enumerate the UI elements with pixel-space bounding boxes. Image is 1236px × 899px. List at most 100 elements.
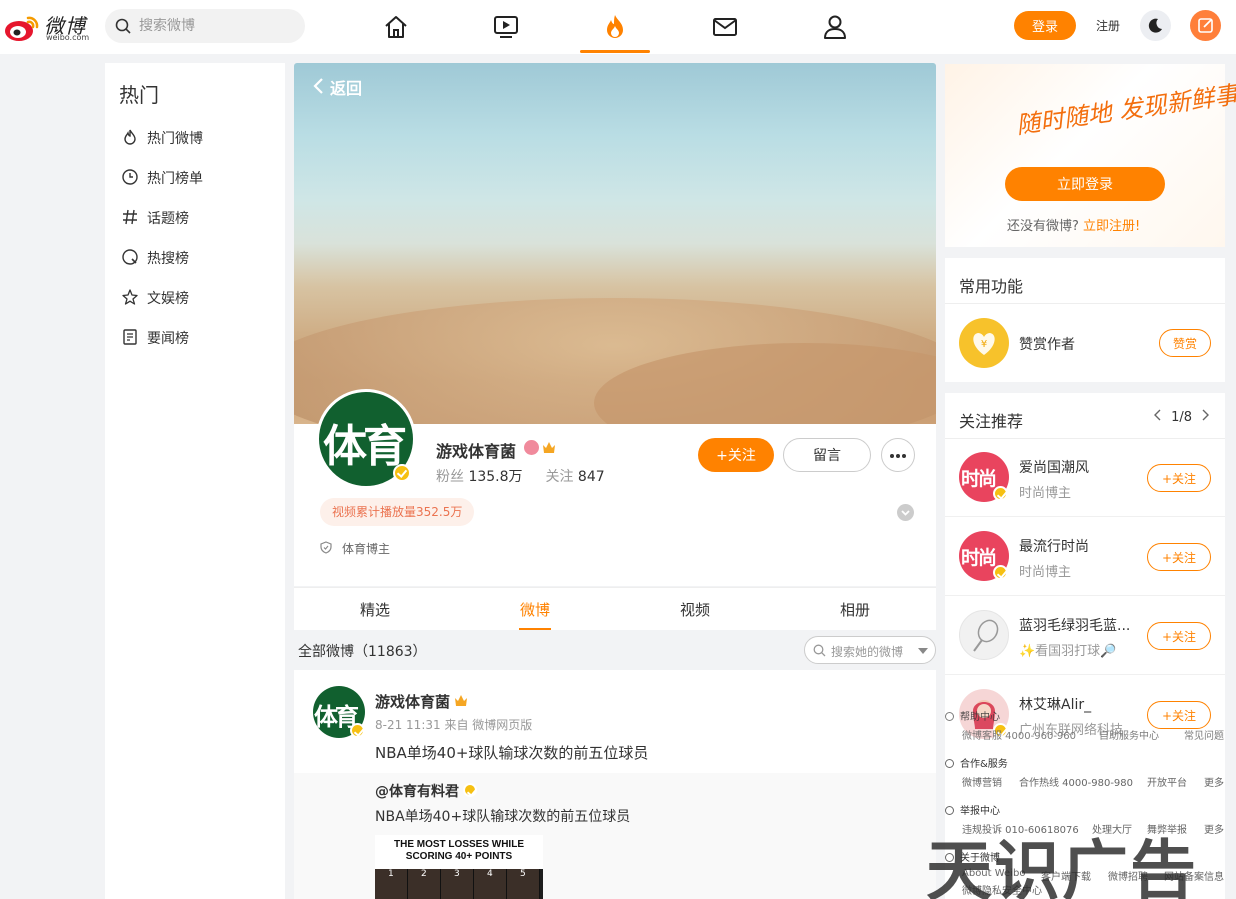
footer-link[interactable]: 常见问题 [1184,727,1224,742]
repost-author[interactable]: @体育有料君 [375,781,459,801]
register-link[interactable]: 注册 [1096,17,1120,34]
profile-tabs: 精选 微博 视频 相册 [294,587,936,630]
mail-icon[interactable] [710,12,740,42]
heart-icon: ¥ [973,333,995,355]
rec-follow-button[interactable]: +关注 [1147,464,1211,492]
rec-name[interactable]: 蓝羽毛绿羽毛蓝... [1019,615,1149,635]
tab-albums[interactable]: 相册 [815,599,895,620]
register-now-link[interactable]: 立即注册! [1083,219,1140,234]
rec-follow-button[interactable]: +关注 [1147,622,1211,650]
search-input[interactable] [139,16,289,36]
sidebar-item-hot-weibo[interactable]: 热门微博 [121,127,271,149]
divider [945,303,1225,304]
sidebar-item-label: 文娱榜 [147,291,189,307]
fans-count[interactable]: 135.8万 [468,469,522,485]
rec-follow-button[interactable]: +关注 [1147,543,1211,571]
register-prompt: 还没有微博? 立即注册! [1007,215,1140,234]
back-label: 返回 [330,79,363,98]
footer-link[interactable]: 微博营销 [962,774,1002,789]
follow-button[interactable]: +关注 [698,438,774,472]
sidebar-item-label: 要闻榜 [147,331,189,347]
help-icon [945,712,954,721]
chevron-right-icon[interactable] [1200,409,1210,421]
edit-icon [1198,18,1213,33]
weibo-logo[interactable]: 微博 weibo.com [4,8,96,42]
svg-text:¥: ¥ [981,339,987,350]
more-options-button[interactable] [881,438,915,472]
weibo-post: 体育 游戏体育菌 8-21 11:31 来自 微博网页版 NBA单场40+球队输… [294,670,936,899]
active-tab-indicator [519,628,551,630]
sidebar-item-hot-list[interactable]: 热门榜单 [121,167,271,189]
chevron-down-icon [901,510,910,516]
sidebar-item-label: 热搜榜 [147,251,189,267]
membership-badge-icon [524,440,539,455]
card-title: 常用功能 [959,277,1024,296]
sidebar-item-news[interactable]: 要闻榜 [121,327,271,349]
following-label: 关注 [545,469,574,485]
footer-title-text: 合作&服务 [960,759,1008,770]
video-icon[interactable] [491,12,521,42]
rec-name[interactable]: 爱尚国潮风 [1019,457,1149,477]
recommendation-item[interactable]: 蓝羽毛绿羽毛蓝... ✨看国羽打球🔎 +关注 [945,597,1225,675]
recommendation-item[interactable]: 时尚 爱尚国潮风 时尚博主 +关注 [945,439,1225,517]
sidebar-item-entertainment[interactable]: 文娱榜 [121,287,271,309]
search-box[interactable] [105,9,305,43]
footer-link[interactable]: 微博客服 4000-960-960 [962,727,1076,742]
search-circle-icon [122,249,138,265]
search-icon [813,644,826,657]
footer-link[interactable]: 合作热线 4000-980-980 [1019,774,1133,789]
post-author-name[interactable]: 游戏体育菌 [375,691,450,712]
rec-avatar[interactable] [959,610,1009,660]
login-promo-card: 随时随地 发现新鲜事 立即登录 还没有微博? 立即注册! [945,64,1236,247]
footer-title-text: 举报中心 [960,806,1000,817]
avatar-text: 时尚 [961,547,997,569]
feed-search-dropdown[interactable]: 搜索她的微博 [804,636,936,664]
tab-featured[interactable]: 精选 [335,599,415,620]
sidebar-item-hot-search[interactable]: 热搜榜 [121,247,271,269]
heart-outline-icon [945,759,954,768]
reposted-content[interactable]: @体育有料君 NBA单场40+球队输球次数的前五位球员 THE MOST LOS… [294,773,936,899]
repost-image[interactable]: THE MOST LOSSES WHILE SCORING 40+ POINTS… [375,835,543,899]
tab-weibo[interactable]: 微博 [495,599,575,620]
tab-videos[interactable]: 视频 [655,599,735,620]
weibo-count: 全部微博（11863） [298,644,427,660]
message-button[interactable]: 留言 [783,438,871,472]
avatar-text: 体育 [323,421,407,472]
news-icon [123,329,137,345]
profile-main: 返回 体育 游戏体育菌 粉丝 135.8万 关注 847 +关注 留言 视频累计… [294,63,936,899]
avatar-text: 时尚 [961,468,997,490]
compose-button[interactable] [1190,10,1221,41]
chevron-left-icon[interactable] [1153,409,1163,421]
expand-profile-button[interactable] [897,504,914,521]
verified-badge-icon [463,783,477,797]
verified-badge-icon [393,464,411,482]
following-count[interactable]: 847 [578,469,605,485]
footer-link[interactable]: 更多 [1204,821,1224,836]
home-icon[interactable] [381,12,411,42]
rec-name[interactable]: 最流行时尚 [1019,536,1149,556]
rank-number: 4 [487,869,493,879]
feed-search-placeholder: 搜索她的微博 [831,645,904,659]
more-dot-icon [902,454,906,458]
footer-link[interactable]: 开放平台 [1147,774,1187,789]
profile-stats: 粉丝 135.8万 关注 847 [436,466,605,486]
watermark: 天识广告 [926,833,1198,899]
fans-label: 粉丝 [436,469,464,485]
post-text: NBA单场40+球队输球次数的前五位球员 [375,744,649,762]
star-icon [122,289,138,305]
sidebar-item-topics[interactable]: 话题榜 [121,207,271,229]
login-button[interactable]: 登录 [1014,11,1076,40]
dark-mode-toggle[interactable] [1140,10,1171,41]
more-dot-icon [896,454,900,458]
footer-link[interactable]: 更多 [1204,774,1224,789]
profile-name: 游戏体育菌 [436,442,517,461]
flame-icon [124,129,136,145]
user-icon[interactable] [820,12,850,42]
common-functions-card: 常用功能 ¥ 赞赏作者 赞赏 [945,258,1225,382]
login-now-button[interactable]: 立即登录 [1005,167,1165,201]
feed-toolbar: 全部微博（11863） 搜索她的微博 [294,635,936,665]
recommendation-item[interactable]: 时尚 最流行时尚 时尚博主 +关注 [945,518,1225,596]
hot-icon[interactable] [600,12,630,42]
reward-button[interactable]: 赞赏 [1159,329,1211,357]
footer-link[interactable]: 自助服务中心 [1099,727,1159,742]
